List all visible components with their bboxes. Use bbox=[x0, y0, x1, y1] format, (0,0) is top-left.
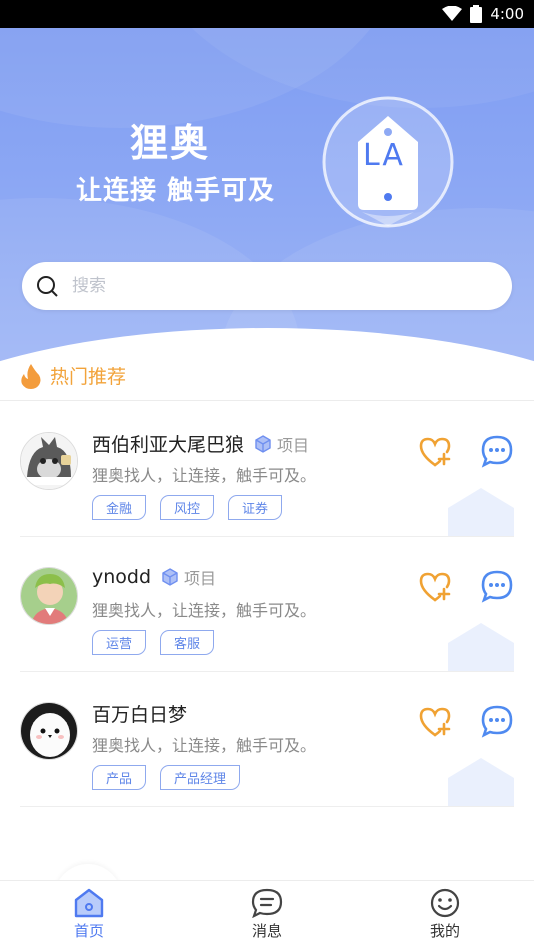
tag: 产品经理 bbox=[160, 765, 241, 790]
tag-list: 运营 客服 bbox=[92, 630, 215, 655]
tag: 产品 bbox=[92, 765, 147, 790]
search-icon bbox=[37, 276, 58, 297]
list-item[interactable]: 西伯利亚大尾巴狼 项目 狸奥找人，让连接，触手可及。 金融 风控 证券 bbox=[20, 402, 514, 537]
project-badge: 项目 bbox=[254, 432, 309, 456]
status-bar: 4:00 bbox=[0, 0, 534, 28]
tab-messages[interactable]: 消息 bbox=[178, 881, 356, 949]
tag: 风控 bbox=[160, 495, 215, 520]
user-desc: 狸奥找人，让连接，触手可及。 bbox=[92, 601, 317, 620]
bottom-tab-bar: 首页 消息 我的 bbox=[0, 880, 534, 949]
cube-icon bbox=[255, 434, 271, 453]
heart-plus-icon[interactable] bbox=[418, 706, 452, 738]
section-header: 热门推荐 bbox=[20, 362, 126, 389]
user-desc: 狸奥找人，让连接，触手可及。 bbox=[92, 736, 317, 755]
tag-list: 产品 产品经理 bbox=[92, 765, 241, 790]
tab-home[interactable]: 首页 bbox=[0, 881, 178, 949]
tab-messages-label: 消息 bbox=[251, 922, 282, 940]
list-item[interactable]: ynodd 项目 狸奥找人，让连接，触手可及。 运营 客服 bbox=[20, 537, 514, 672]
user-name[interactable]: 百万白日梦 bbox=[92, 700, 187, 727]
chat-icon[interactable] bbox=[480, 569, 514, 603]
logo-text: LA bbox=[363, 138, 405, 173]
card-decoration bbox=[448, 623, 514, 671]
heart-plus-icon[interactable] bbox=[418, 436, 452, 468]
user-name[interactable]: ynodd bbox=[92, 566, 151, 588]
avatar[interactable] bbox=[20, 702, 78, 760]
tag: 证券 bbox=[228, 495, 283, 520]
battery-icon bbox=[470, 5, 483, 23]
project-badge: 项目 bbox=[161, 565, 216, 589]
project-label: 项目 bbox=[277, 435, 310, 455]
tag: 运营 bbox=[92, 630, 147, 655]
user-name[interactable]: 西伯利亚大尾巴狼 bbox=[92, 430, 244, 457]
status-time: 4:00 bbox=[490, 5, 524, 23]
heart-plus-icon[interactable] bbox=[418, 571, 452, 603]
avatar[interactable] bbox=[20, 432, 78, 490]
fire-icon bbox=[21, 363, 41, 389]
cube-icon bbox=[162, 568, 178, 586]
message-icon bbox=[251, 888, 283, 918]
user-desc: 狸奥找人，让连接，触手可及。 bbox=[92, 466, 317, 485]
tab-profile-label: 我的 bbox=[429, 922, 460, 940]
tag: 客服 bbox=[160, 630, 215, 655]
card-decoration bbox=[448, 758, 514, 806]
card-decoration bbox=[448, 488, 514, 536]
chat-icon[interactable] bbox=[480, 434, 514, 468]
hero-title: 狸奥 bbox=[130, 120, 211, 165]
chat-icon[interactable] bbox=[480, 704, 514, 738]
list-item[interactable]: 百万白日梦 狸奥找人，让连接，触手可及。 产品 产品经理 bbox=[20, 672, 514, 807]
section-title: 热门推荐 bbox=[50, 366, 127, 388]
wifi-icon bbox=[442, 6, 463, 21]
tag-list: 金融 风控 证券 bbox=[92, 495, 283, 520]
tab-profile[interactable]: 我的 bbox=[356, 881, 534, 949]
project-label: 项目 bbox=[184, 569, 217, 588]
hero-subtitle: 让连接 触手可及 bbox=[76, 176, 276, 206]
home-icon bbox=[74, 888, 104, 918]
search-input[interactable] bbox=[72, 276, 452, 296]
hero-banner: 狸奥 让连接 触手可及 LA bbox=[0, 28, 534, 364]
avatar[interactable] bbox=[20, 567, 78, 625]
tab-home-label: 首页 bbox=[73, 922, 104, 940]
search-bar[interactable] bbox=[22, 262, 512, 310]
tag: 金融 bbox=[92, 495, 147, 520]
smile-icon bbox=[430, 888, 460, 918]
